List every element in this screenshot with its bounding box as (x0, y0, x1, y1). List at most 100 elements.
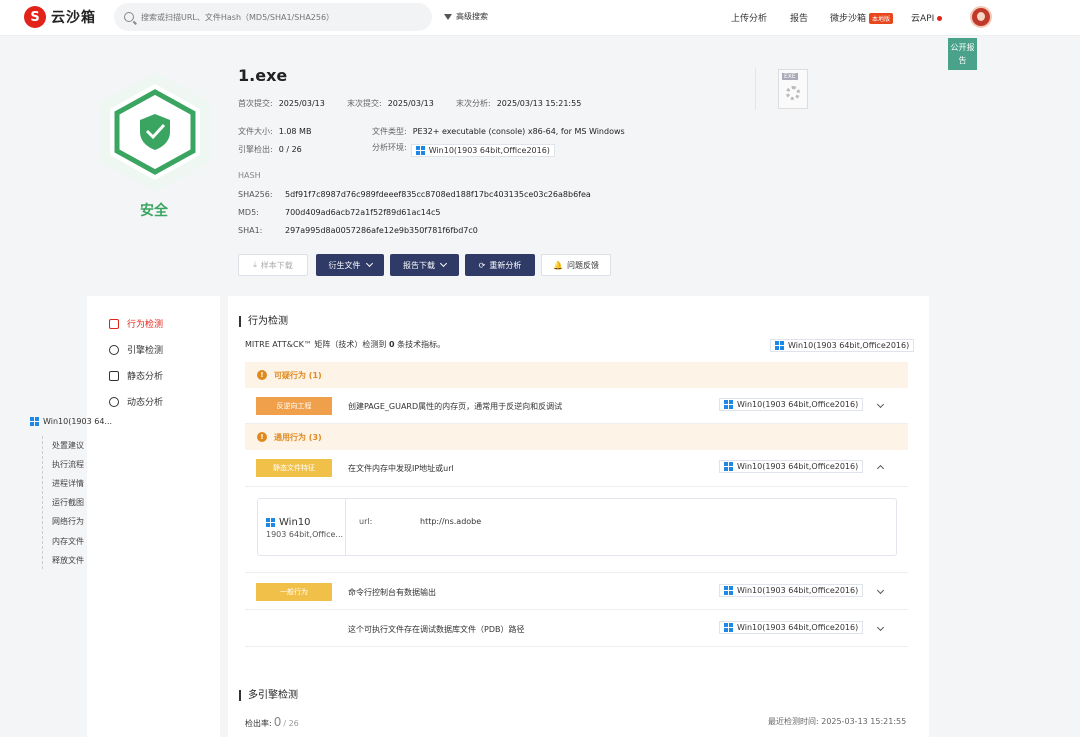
first-submit-value: 2025/03/13 (278, 99, 325, 108)
file-size-value: 1.08 MB (278, 127, 312, 136)
hash-heading: HASH (238, 171, 261, 180)
detail-env: Win10 1903 64bit,Office... (258, 499, 346, 555)
expand-chevron[interactable] (876, 623, 885, 633)
feedback-label: 问题反馈 (566, 260, 599, 270)
behavior-row[interactable]: 反逆向工程 创建PAGE_GUARD属性的内存页，通常用于反逆向和反调试 Win… (245, 388, 908, 424)
windows-icon (266, 518, 275, 527)
main-content: 行为检测 MITRE ATT&CK™ 矩阵（技术）检测到 0 条技术指标。 Wi… (228, 296, 929, 737)
total-count: / 26 (283, 719, 299, 728)
last-submit: 末次提交: 2025/03/13 (347, 98, 434, 109)
nav-micro-sandbox[interactable]: 微步沙箱 本地版 (830, 11, 894, 24)
advanced-search-label: 高级搜索 (456, 12, 488, 21)
sidebar-env-node[interactable]: Win10(1903 64... (30, 417, 112, 426)
mitre-prefix: MITRE ATT&CK™ 矩阵（技术）检测到 (245, 340, 387, 349)
behavior-row[interactable]: 这个可执行文件存在调试数据库文件（PDB）路径 Win10(1903 64bit… (245, 611, 908, 647)
file-size-label: 文件大小: (238, 127, 273, 136)
sidebar-leaf-memory[interactable]: 内存文件 (52, 536, 84, 547)
bell-icon: 🔔 (553, 260, 563, 270)
sha1-value[interactable]: 297a995d8a0057286afe12e9b350f781f6fbd7c0 (285, 226, 478, 235)
env-filter-chip[interactable]: Win10(1903 64bit,Office2016) (770, 339, 915, 352)
nav-upload-analysis[interactable]: 上传分析 (731, 11, 767, 24)
notification-dot (937, 16, 943, 21)
advanced-search-link[interactable]: 高级搜索 (444, 11, 488, 22)
sidebar-item-label: 引擎检测 (127, 346, 164, 356)
behavior-row[interactable]: 静态文件特征 在文件内存中发现IP地址或url Win10(1903 64bit… (245, 450, 908, 486)
download-sample-button[interactable]: ⤓ 样本下载 (238, 254, 308, 276)
env-chip: Win10(1903 64bit,Office2016) (410, 144, 555, 157)
md5-label: MD5: (238, 208, 259, 217)
sidebar-leaf-flow[interactable]: 执行流程 (52, 459, 84, 470)
document-icon (109, 370, 119, 381)
collapse-chevron[interactable] (876, 462, 885, 474)
windows-icon (724, 462, 733, 471)
windows-icon (415, 146, 425, 155)
filter-icon (444, 13, 452, 20)
nav-report[interactable]: 报告 (790, 11, 808, 24)
md5-row: MD5: 700d409ad6acb72a1f52f89d61ac14c5 (238, 208, 440, 217)
file-type: 文件类型: PE32+ executable (console) x86-64, … (372, 126, 625, 137)
last-analysis-label: 末次分析: (456, 99, 491, 108)
sidebar-item-engine[interactable]: 引擎检测 (109, 343, 163, 356)
sidebar-item-label: 静态分析 (127, 372, 164, 382)
windows-icon (724, 400, 733, 409)
nav-cloud-api[interactable]: 云API (911, 11, 943, 24)
exe-file-icon: EXE (778, 69, 808, 109)
reanalyze-button[interactable]: ⟳ 重新分析 (465, 254, 535, 276)
sidebar-leaf-screenshot[interactable]: 运行截图 (52, 497, 84, 508)
derived-files-button[interactable]: 衍生文件 (316, 254, 384, 276)
general-group-header[interactable]: ! 通用行为 (3) (245, 424, 908, 450)
logo[interactable]: S 云沙箱 (24, 6, 96, 28)
mitre-count: 0 (388, 340, 395, 349)
last-detection-time: 最近检测时间: 2025-03-13 15:21:55 (768, 716, 906, 727)
row-env-label: Win10(1903 64bit,Office2016) (737, 462, 859, 471)
sidebar-leaf-process[interactable]: 进程详情 (52, 478, 84, 489)
last-submit-label: 末次提交: (347, 99, 382, 108)
chevron-down-icon (876, 586, 885, 595)
engine-detection: 引擎检出: 0 / 26 (238, 144, 302, 155)
sidebar-leaf-disposal[interactable]: 处置建议 (52, 440, 84, 451)
detection-rate-label: 检出率: (245, 719, 272, 728)
divider (755, 68, 756, 110)
detail-key: url: (359, 517, 373, 526)
download-sample-label: 样本下载 (260, 260, 293, 270)
file-name: 1.exe (238, 66, 288, 85)
row-env-chip: Win10(1903 64bit,Office2016) (719, 460, 864, 473)
expand-chevron[interactable] (876, 586, 885, 596)
env-filter-label: Win10(1903 64bit,Office2016) (788, 341, 910, 350)
engine-icon (109, 344, 119, 355)
behavior-icon (109, 318, 119, 329)
shield-check-icon (100, 72, 210, 192)
chevron-up-icon (876, 464, 885, 473)
chevron-down-icon (876, 623, 885, 632)
row-env-chip: Win10(1903 64bit,Office2016) (719, 621, 864, 634)
last-submit-value: 2025/03/13 (387, 99, 434, 108)
chevron-down-icon (439, 259, 448, 268)
sidebar-item-dynamic[interactable]: 动态分析 (109, 395, 163, 408)
tree-line (42, 436, 43, 569)
search-input[interactable] (141, 12, 421, 22)
feedback-button[interactable]: 🔔 问题反馈 (541, 254, 611, 276)
sidebar-leaf-dropped[interactable]: 释放文件 (52, 555, 84, 566)
user-avatar[interactable] (970, 6, 992, 28)
sha1-label: SHA1: (238, 226, 263, 235)
first-submit: 首次提交: 2025/03/13 (238, 98, 325, 109)
sidebar-item-behavior[interactable]: 行为检测 (109, 317, 163, 330)
md5-value[interactable]: 700d409ad6acb72a1f52f89d61ac14c5 (285, 208, 440, 217)
row-env-chip: Win10(1903 64bit,Office2016) (719, 584, 864, 597)
behavior-row[interactable]: 一般行为 命令行控制台有数据输出 Win10(1903 64bit,Office… (245, 574, 908, 610)
sidebar-leaf-network[interactable]: 网络行为 (52, 516, 84, 527)
suspicious-group-header[interactable]: ! 可疑行为 (1) (245, 362, 908, 388)
mitre-summary: MITRE ATT&CK™ 矩阵（技术）检测到 0 条技术指标。 (245, 339, 445, 350)
expand-chevron[interactable] (876, 400, 885, 410)
behavior-detail-card: Win10 1903 64bit,Office... url: http://n… (257, 498, 897, 556)
behavior-text: 在文件内存中发现IP地址或url (348, 464, 454, 473)
sha256-row: SHA256: 5df91f7c8987d76c989fdeeef835cc870… (238, 190, 591, 199)
file-type-label: 文件类型: (372, 127, 407, 136)
sha256-value[interactable]: 5df91f7c8987d76c989fdeeef835cc8708ed188f… (285, 190, 591, 199)
public-report-tag[interactable]: 公开报告 (948, 38, 977, 70)
exe-tag: EXE (782, 73, 798, 80)
search-box[interactable] (114, 3, 432, 31)
sidebar-item-static[interactable]: 静态分析 (109, 369, 163, 382)
report-download-button[interactable]: 报告下载 (390, 254, 459, 276)
row-env-label: Win10(1903 64bit,Office2016) (737, 400, 859, 409)
